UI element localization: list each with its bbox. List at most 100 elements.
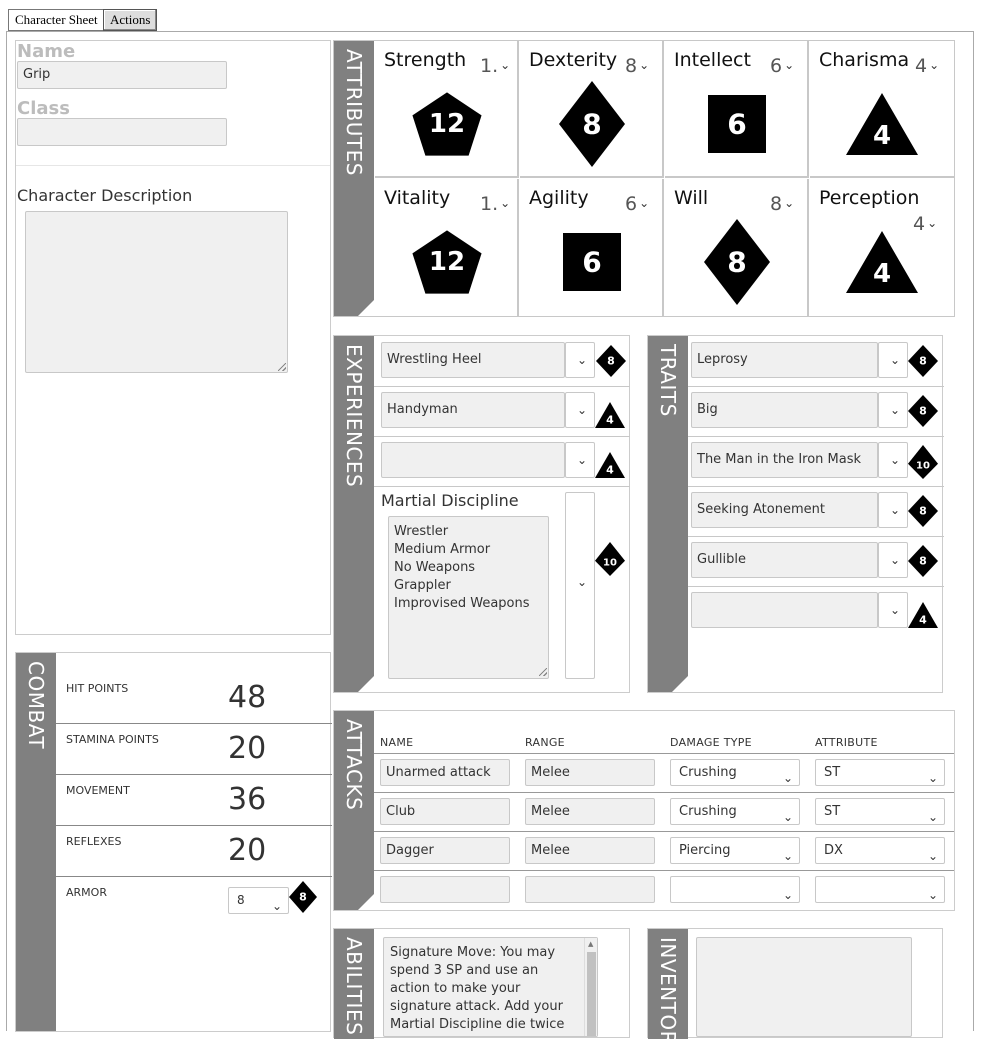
- attribute-cell-charisma: Charisma 4 ⌄ 4: [810, 41, 954, 178]
- die-value: 8: [299, 891, 307, 904]
- resize-handle[interactable]: [278, 363, 286, 371]
- martial-die-icon: 10: [595, 542, 625, 576]
- attack-attribute-select[interactable]: DX ⌄: [815, 837, 945, 864]
- trait-die-select[interactable]: ⌄: [878, 392, 908, 428]
- chevron-down-icon: ⌄: [927, 810, 938, 824]
- attack-range-input[interactable]: Melee: [525, 759, 655, 786]
- trait-input[interactable]: Big: [691, 392, 878, 428]
- attack-attribute-select[interactable]: ST ⌄: [815, 759, 945, 786]
- experience-die-select[interactable]: ⌄: [565, 342, 595, 378]
- attack-range-input[interactable]: Melee: [525, 837, 655, 864]
- chevron-down-icon: ⌄: [782, 888, 793, 902]
- martial-die-select[interactable]: ⌄: [565, 492, 595, 679]
- experience-input[interactable]: Wrestling Heel: [381, 342, 565, 378]
- attribute-die-select[interactable]: 8 ⌄: [770, 193, 794, 215]
- attribute-cell-dexterity: Dexterity 8 ⌄ 8: [520, 41, 664, 178]
- attack-name-input[interactable]: Unarmed attack: [380, 759, 510, 786]
- experience-die-select[interactable]: ⌄: [565, 442, 595, 478]
- attack-attribute-select[interactable]: ST ⌄: [815, 798, 945, 825]
- sidebar-notch: [358, 300, 374, 316]
- row-divider: [688, 586, 944, 587]
- attribute-die-select[interactable]: 4 ⌄: [915, 55, 939, 77]
- die-value: 4: [873, 259, 891, 289]
- attack-damage-type-select[interactable]: Crushing ⌄: [670, 798, 800, 825]
- abilities-scrollbar[interactable]: ▲: [584, 938, 597, 1036]
- sidebar-notch: [358, 676, 374, 692]
- armor-select[interactable]: 8 ⌄: [228, 887, 289, 914]
- combat-label-stamina-points: STAMINA POINTS: [66, 733, 159, 746]
- attribute-cell-intellect: Intellect 6 ⌄ 6: [665, 41, 809, 178]
- chevron-down-icon: ⌄: [500, 58, 511, 72]
- trait-die-select[interactable]: ⌄: [878, 492, 908, 528]
- experience-input[interactable]: [381, 442, 565, 478]
- tab-character-sheet[interactable]: Character Sheet: [8, 9, 105, 31]
- chevron-down-icon: ⌄: [929, 58, 940, 72]
- attack-range-input[interactable]: [525, 876, 655, 903]
- trait-input[interactable]: Gullible: [691, 542, 878, 578]
- experience-input[interactable]: Handyman: [381, 392, 565, 428]
- die-value: 12: [429, 247, 465, 277]
- row-divider: [56, 876, 332, 877]
- attribute-name: Vitality: [384, 187, 451, 209]
- row-divider: [374, 386, 630, 387]
- scrollbar-thumb[interactable]: [587, 952, 596, 1036]
- attribute-selected-value: 1.: [480, 55, 499, 77]
- attack-name-input[interactable]: [380, 876, 510, 903]
- chevron-down-icon: ⌄: [927, 216, 938, 230]
- die-12-icon: 12: [412, 230, 482, 294]
- die-value: 8: [919, 555, 927, 568]
- attribute-die-select[interactable]: 6 ⌄: [770, 55, 794, 77]
- die-4-icon: 4: [908, 602, 938, 628]
- chevron-down-icon: ⌄: [890, 553, 901, 567]
- attribute-die-select[interactable]: 8 ⌄: [625, 55, 649, 77]
- trait-input[interactable]: [691, 592, 878, 628]
- attacks-panel: ATTACKS NAME RANGE DAMAGE TYPE ATTRIBUTE…: [333, 710, 955, 911]
- attack-range-input[interactable]: Melee: [525, 798, 655, 825]
- traits-panel: TRAITS Leprosy ⌄ 8 Big ⌄ 8 The Man in the Iron…: [647, 335, 944, 693]
- trait-die-select[interactable]: ⌄: [878, 592, 908, 628]
- die-value: 12: [429, 109, 465, 139]
- martial-discipline-line: Grappler: [394, 578, 451, 593]
- chevron-down-icon: ⌄: [782, 771, 793, 785]
- die-4-icon: 4: [595, 402, 625, 428]
- description-textarea[interactable]: [25, 211, 288, 373]
- chevron-down-icon: ⌄: [577, 453, 588, 467]
- scroll-up-arrow-icon[interactable]: ▲: [588, 940, 593, 948]
- tab-actions[interactable]: Actions: [103, 9, 158, 31]
- attribute-die-select[interactable]: 1. ⌄: [480, 55, 510, 77]
- die-value: 6: [582, 246, 601, 279]
- attack-name-input[interactable]: Dagger: [380, 837, 510, 864]
- trait-die-select[interactable]: ⌄: [878, 442, 908, 478]
- abilities-textarea[interactable]: Signature Move: You may spend 3 SP and u…: [383, 937, 598, 1037]
- attribute-cell-perception: Perception 4 ⌄ 4: [810, 179, 954, 316]
- selected-value: Piercing: [679, 843, 731, 858]
- attack-attribute-select[interactable]: ⌄: [815, 876, 945, 903]
- profile-panel: Name Grip Class Character Description: [15, 40, 331, 635]
- trait-die-select[interactable]: ⌄: [878, 342, 908, 378]
- attack-damage-type-select[interactable]: Piercing ⌄: [670, 837, 800, 864]
- die-8-icon: 8: [704, 219, 770, 305]
- chevron-down-icon: ⌄: [927, 849, 938, 863]
- attribute-name: Perception: [819, 187, 920, 209]
- trait-input[interactable]: Seeking Atonement: [691, 492, 878, 528]
- row-divider: [374, 753, 954, 754]
- attack-damage-type-select[interactable]: Crushing ⌄: [670, 759, 800, 786]
- attack-name-input[interactable]: Club: [380, 798, 510, 825]
- trait-input[interactable]: Leprosy: [691, 342, 878, 378]
- experience-die-select[interactable]: ⌄: [565, 392, 595, 428]
- row-divider: [374, 870, 954, 871]
- trait-input[interactable]: The Man in the Iron Mask: [691, 442, 878, 478]
- die-value: 6: [727, 108, 746, 141]
- name-input[interactable]: Grip: [17, 61, 227, 89]
- trait-die-select[interactable]: ⌄: [878, 542, 908, 578]
- attribute-die-select[interactable]: 6 ⌄: [625, 193, 649, 215]
- abilities-sidebar: ABILITIES: [334, 929, 374, 1039]
- resize-handle[interactable]: [539, 668, 547, 676]
- chevron-down-icon: ⌄: [639, 196, 650, 210]
- row-divider: [688, 386, 944, 387]
- class-input[interactable]: [17, 118, 227, 146]
- attack-damage-type-select[interactable]: ⌄: [670, 876, 800, 903]
- attribute-die-select[interactable]: 1. ⌄: [480, 193, 510, 215]
- martial-discipline-textarea[interactable]: Wrestler Medium Armor No Weapons Grappler Im…: [388, 516, 549, 679]
- inventory-textarea[interactable]: [696, 937, 912, 1037]
